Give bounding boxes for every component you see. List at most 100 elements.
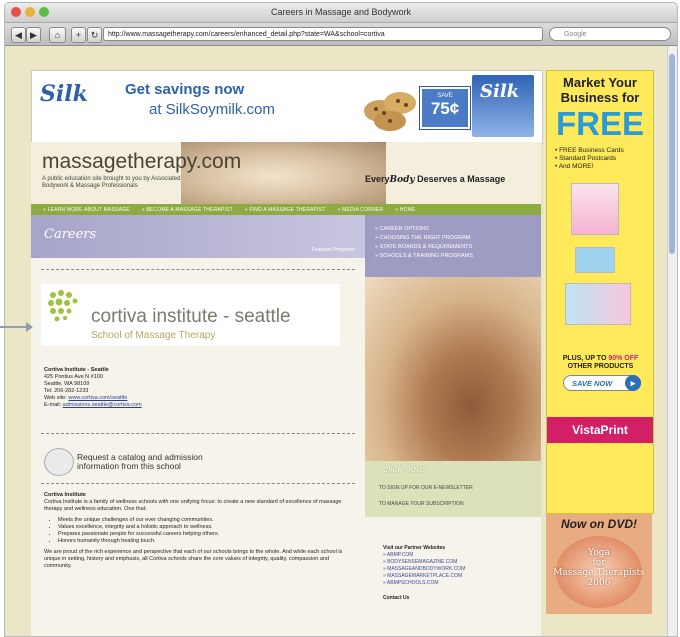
silk-carton-image: Silk (472, 75, 534, 137)
catalog-request-icon[interactable] (44, 448, 74, 476)
list-item: Honors humanity through healing touch. (58, 538, 349, 545)
partner-link-marketplace[interactable]: » MASSAGEMARKETPLACE.COM (383, 573, 465, 580)
silk-logo: Silk (40, 81, 88, 107)
ad-list-item: • Standard Postcards (555, 155, 617, 162)
careers-subtitle: Featured Programs (311, 247, 355, 253)
contact-us-link[interactable]: Contact Us (383, 595, 465, 602)
forward-icon: ▶ (30, 30, 37, 40)
web-label: Web site: (44, 395, 67, 401)
click-here-title: click here (383, 464, 426, 475)
ad-plus-text: PLUS, UP TO 90% OFF OTHER PRODUCTS (553, 355, 648, 371)
banner-line1: Get savings now (125, 81, 245, 98)
nav-learn-more[interactable]: » LEARN MORE ABOUT MASSAGE (43, 207, 130, 213)
description-closing: We are proud of the rich experience and … (44, 549, 343, 569)
site-header: massagetherapy.com A public education si… (31, 142, 541, 204)
ad-title: Market Your Business for (560, 75, 640, 105)
ad-free: FREE (555, 105, 644, 142)
partner-link-massageandbodywork[interactable]: » MASSAGEANDBODYWORK.COM (383, 566, 465, 573)
dvd-line: for (592, 558, 606, 568)
school-email-link[interactable]: admissions.seattle@cortiva.com (63, 402, 142, 408)
list-item: Values excellence, integrity and a holis… (58, 524, 349, 531)
tagline-post: Deserves a Massage (414, 174, 506, 184)
manage-subscription-link[interactable]: TO MANAGE YOUR SUBSCRIPTION (379, 501, 464, 507)
menu-choosing-program[interactable]: » CHOOSING THE RIGHT PROGRAM (375, 234, 541, 243)
dvd-text: Yoga for Massage Therapists 2006 (546, 548, 652, 588)
dvd-ad[interactable]: Now on DVD! Yoga for Massage Therapists … (546, 514, 652, 614)
ad-plus-post: OTHER PRODUCTS (567, 363, 634, 370)
save-now-label: SAVE NOW (572, 379, 613, 388)
careers-header: Careers Featured Programs (31, 215, 365, 258)
ad-list: • FREE Business Cards • Standard Postcar… (555, 147, 624, 171)
site-tagline: EveryBody Deserves a Massage (365, 174, 505, 185)
callout-arrow-head (26, 322, 33, 332)
home-button[interactable]: ⌂ (49, 27, 66, 43)
partner-websites: Visit our Partner Websites » ABMP.COM » … (383, 545, 465, 602)
back-button[interactable]: ◀ (11, 27, 26, 43)
search-placeholder: Google (564, 31, 587, 38)
contact-city: Seattle, WA 98109 (44, 381, 90, 387)
massage-photo (365, 277, 541, 461)
browser-toolbar: ◀ ▶ ⌂ + ↻ http://www.massagetherapy.com/… (5, 23, 677, 46)
school-logo-city: - seattle (217, 306, 291, 327)
reload-icon: ↻ (90, 30, 99, 40)
school-website-link[interactable]: www.cortiva.com/seattle (68, 395, 127, 401)
silk-banner-ad[interactable]: Silk Get savings now at SilkSoymilk.com … (31, 70, 543, 144)
nav-become-therapist[interactable]: » BECOME A MASSAGE THERAPIST (142, 207, 233, 213)
carton-label: Silk (480, 81, 520, 102)
school-logo-name: cortiva institute - seattle (91, 306, 291, 328)
divider (41, 269, 355, 270)
catalog-request-link[interactable]: Request a catalog and admission informat… (77, 453, 227, 471)
vertical-scrollbar[interactable] (667, 46, 677, 636)
ad-list-item: • And MORE! (555, 163, 594, 170)
coupon-amount: 75¢ (430, 99, 460, 118)
tagline-pre: Every (365, 174, 390, 184)
main-nav: » LEARN MORE ABOUT MASSAGE » BECOME A MA… (31, 204, 541, 215)
back-icon: ◀ (15, 30, 22, 40)
site-subtitle: A public education site brought to you b… (42, 176, 181, 189)
vistaprint-ad[interactable]: Market Your Business for FREE • FREE Bus… (546, 70, 654, 514)
menu-career-options[interactable]: » CAREER OPTIONS (375, 225, 541, 234)
scrollbar-thumb[interactable] (669, 54, 675, 254)
contact-street: 425 Pontius Ave N #100 (44, 374, 103, 380)
careers-menu: » CAREER OPTIONS » CHOOSING THE RIGHT PR… (365, 215, 541, 277)
address-bar[interactable]: http://www.massagetherapy.com/careers/en… (103, 27, 543, 41)
home-icon: ⌂ (54, 30, 61, 40)
ad-plus-pct: 90% OFF (608, 355, 639, 362)
tagline-emph: Body (389, 175, 415, 185)
browser-window: Careers in Massage and Bodywork ◀ ▶ ⌂ + … (4, 2, 678, 637)
divider (41, 433, 355, 434)
newsletter-box: click here TO SIGN UP FOR OUR E-NEWSLETT… (365, 461, 541, 517)
partners-heading: Visit our Partner Websites (383, 545, 446, 551)
save-now-button[interactable]: SAVE NOW ▸ (563, 375, 641, 391)
nav-find-therapist[interactable]: » FIND A MASSAGE THERAPIST (245, 207, 326, 213)
school-description: Cortiva Institute Cortiva Institute is a … (44, 492, 349, 573)
cortiva-dots-icon (48, 290, 78, 322)
partner-link-bodysense[interactable]: » BODYSENSEMAGAZINE.COM (383, 559, 465, 566)
email-label: E-mail: (44, 402, 62, 408)
dvd-line: Massage Therapists (553, 568, 645, 578)
search-field[interactable]: Google (549, 27, 671, 41)
add-bookmark-button[interactable]: + (71, 27, 86, 43)
dvd-title: Now on DVD! (561, 517, 637, 531)
list-item: Prepares passionate people for successfu… (58, 531, 349, 538)
school-logo-name-text: cortiva institute (91, 306, 218, 327)
forward-button[interactable]: ▶ (26, 27, 41, 43)
reload-button[interactable]: ↻ (87, 27, 102, 43)
nav-media-corner[interactable]: » MEDIA CORNER (338, 207, 384, 213)
menu-schools-programs[interactable]: » SCHOOLS & TRAINING PROGRAMS (375, 252, 541, 261)
nav-home[interactable]: » HOME (395, 207, 415, 213)
school-logo-subtitle: School of Massage Therapy (91, 330, 216, 341)
school-logo: cortiva institute - seattle School of Ma… (41, 284, 340, 346)
description-heading: Cortiva Institute (44, 492, 86, 498)
business-card-image (571, 183, 619, 235)
menu-state-boards[interactable]: » STATE BOARDS & REQUIREMENTS (375, 243, 541, 252)
vistaprint-logo: VistaPrint (547, 417, 653, 443)
newsletter-signup-link[interactable]: TO SIGN UP FOR OUR E-NEWSLETTER (379, 485, 473, 491)
site-logo[interactable]: massagetherapy.com (42, 150, 241, 174)
products-image (565, 283, 631, 325)
description-bullets: Meets the unique challenges of our ever … (58, 517, 349, 545)
plus-icon: + (75, 30, 82, 40)
dvd-line: 2006 (587, 578, 611, 588)
partner-link-abmp[interactable]: » ABMP.COM (383, 552, 465, 559)
partner-link-abmpschools[interactable]: » ABMPSCHOOLS.COM (383, 580, 465, 587)
